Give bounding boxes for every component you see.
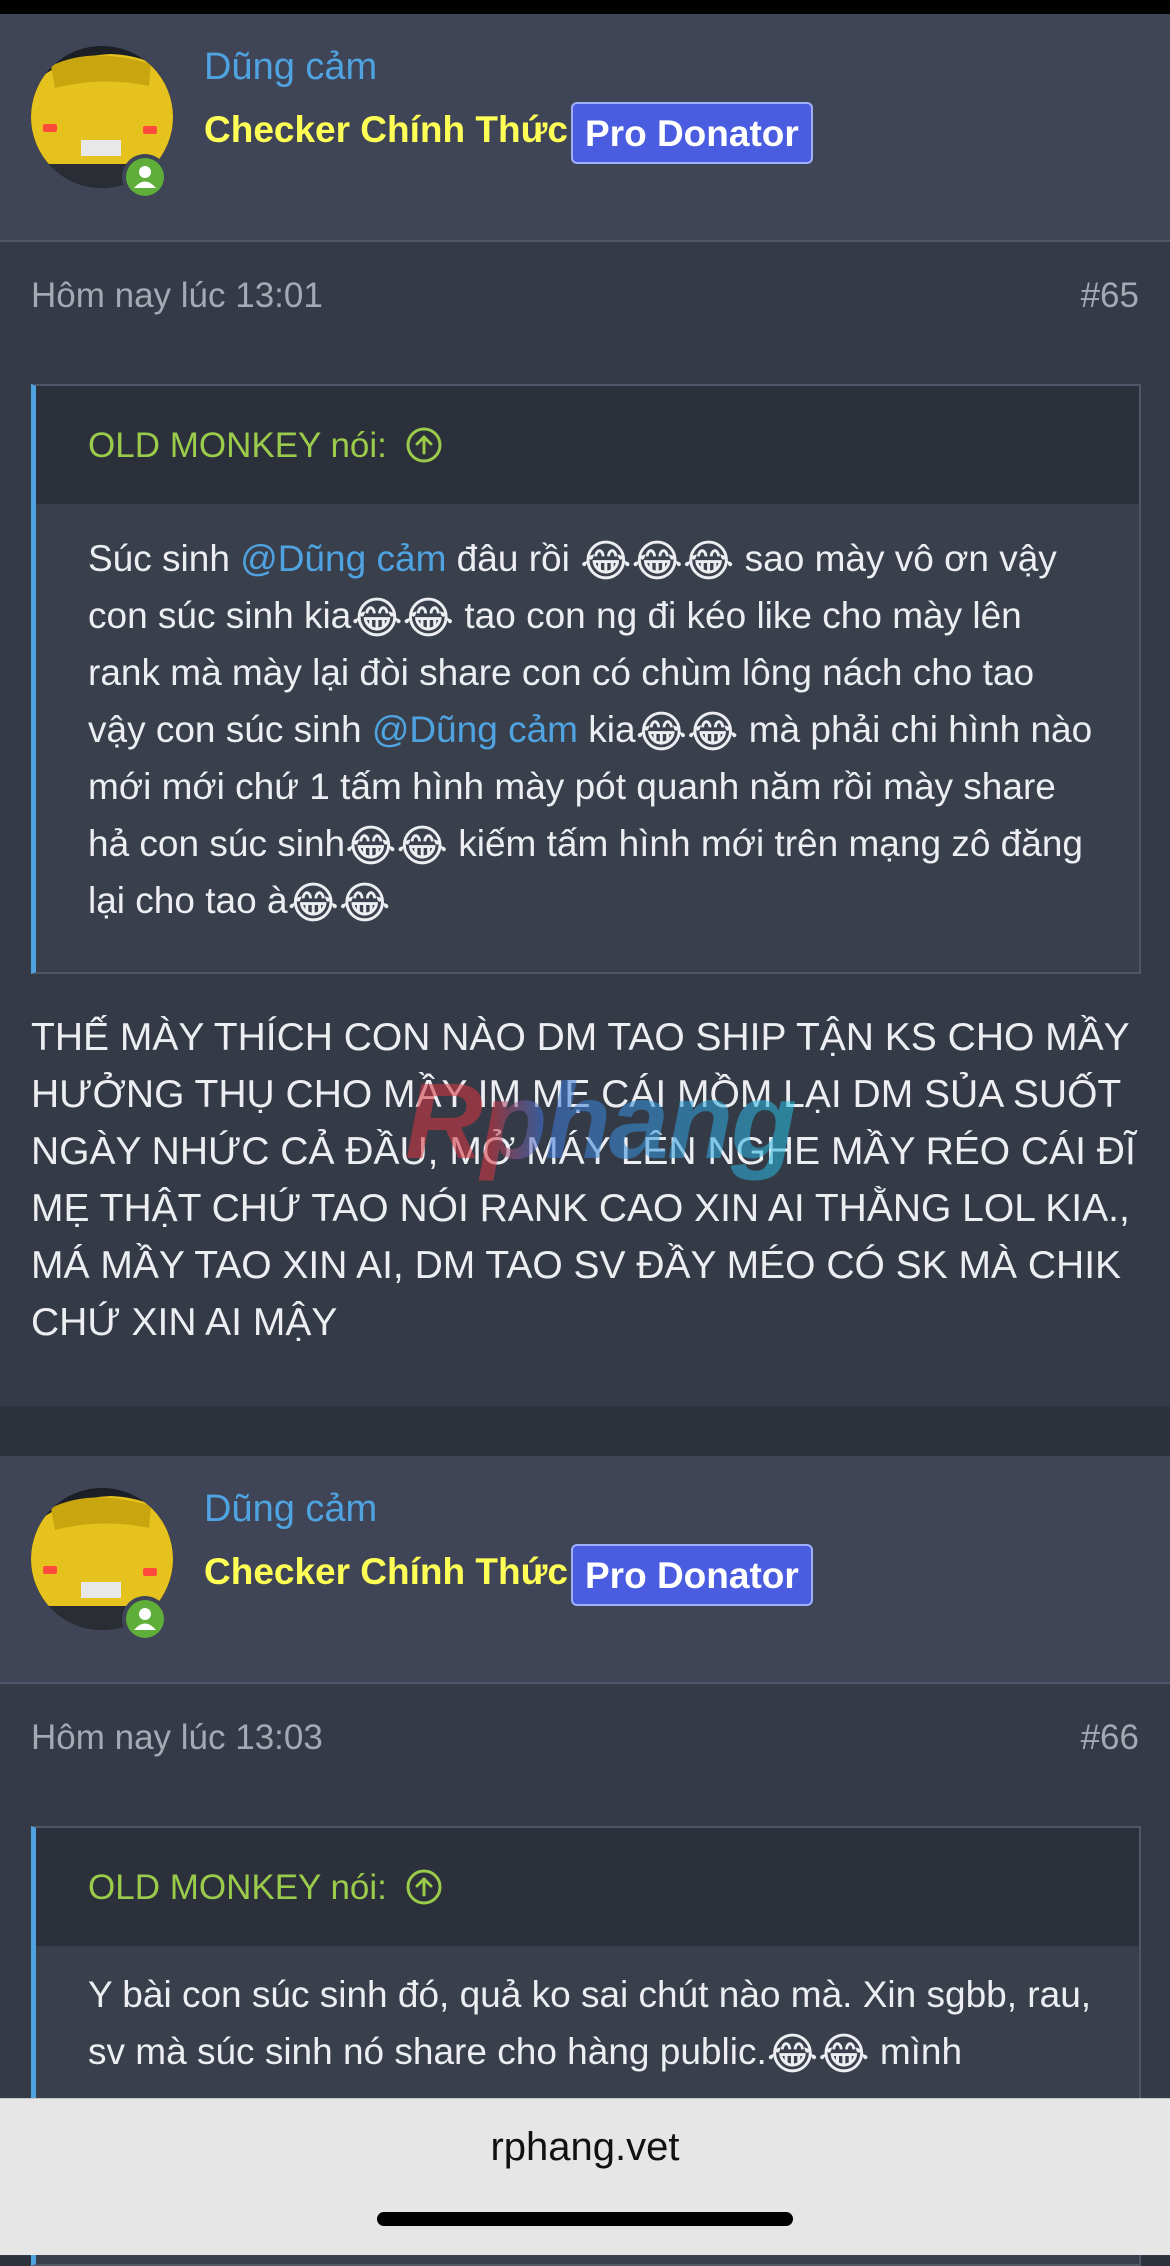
user-badge: Pro Donator [571,102,813,164]
username-link[interactable]: Dũng cảm [204,1488,377,1531]
home-indicator[interactable] [377,2212,793,2226]
quote-author-label: OLD MONKEY nói: [88,1868,387,1907]
status-bar [0,0,1170,14]
laughing-emoji: 😂😂 [345,821,448,872]
post: Dũng cảm Checker Chính Thức Pro Donator … [0,14,1170,1406]
online-status-icon [122,154,168,200]
quote-author[interactable]: OLD MONKEY nói: [88,426,443,466]
address-bar[interactable]: rphang.vet [0,2125,1170,2170]
quote-author[interactable]: OLD MONKEY nói: [88,1868,443,1908]
laughing-emoji: 😂😂 [635,707,739,758]
post-timestamp[interactable]: Hôm nay lúc 13:03 [31,1718,323,1758]
watermark-logo: Rphang [405,1060,797,1181]
laughing-emoji: 😂😂 [766,2029,870,2080]
post-number-link[interactable]: #66 [1081,1718,1139,1758]
user-title: Checker Chính Thức [204,1551,568,1592]
quote-block: OLD MONKEY nói: Súc sinh @Dũng cảm đâu r… [31,384,1141,974]
laughing-emoji: 😂😂 [351,593,455,644]
browser-bottom-bar: rphang.vet [0,2098,1170,2255]
arrow-up-circle-icon[interactable] [405,426,443,464]
post-user-header: Dũng cảm Checker Chính Thức Pro Donator [0,14,1170,242]
username-link[interactable]: Dũng cảm [204,46,377,89]
quote-header: OLD MONKEY nói: [36,386,1139,504]
quote-text: Y bài con súc sinh đó, quả ko sai chút n… [88,1974,1092,2080]
quote-author-label: OLD MONKEY nói: [88,426,387,465]
post-timestamp[interactable]: Hôm nay lúc 13:01 [31,276,323,316]
laughing-emoji: 😂😂 [287,878,391,929]
post-user-header: Dũng cảm Checker Chính Thức Pro Donator [0,1456,1170,1684]
user-title: Checker Chính Thức [204,109,568,150]
laughing-emoji: 😂😂😂 [580,536,735,587]
quote-header: OLD MONKEY nói: [36,1828,1139,1946]
mention-link[interactable]: @Dũng cảm [240,538,446,579]
arrow-up-circle-icon[interactable] [405,1868,443,1906]
online-status-icon [122,1596,168,1642]
mention-link[interactable]: @Dũng cảm [372,709,578,750]
user-badge: Pro Donator [571,1544,813,1606]
quote-text: Súc sinh @Dũng cảm đâu rồi 😂😂😂 sao mày v… [88,536,1093,929]
post-number-link[interactable]: #65 [1081,276,1139,316]
